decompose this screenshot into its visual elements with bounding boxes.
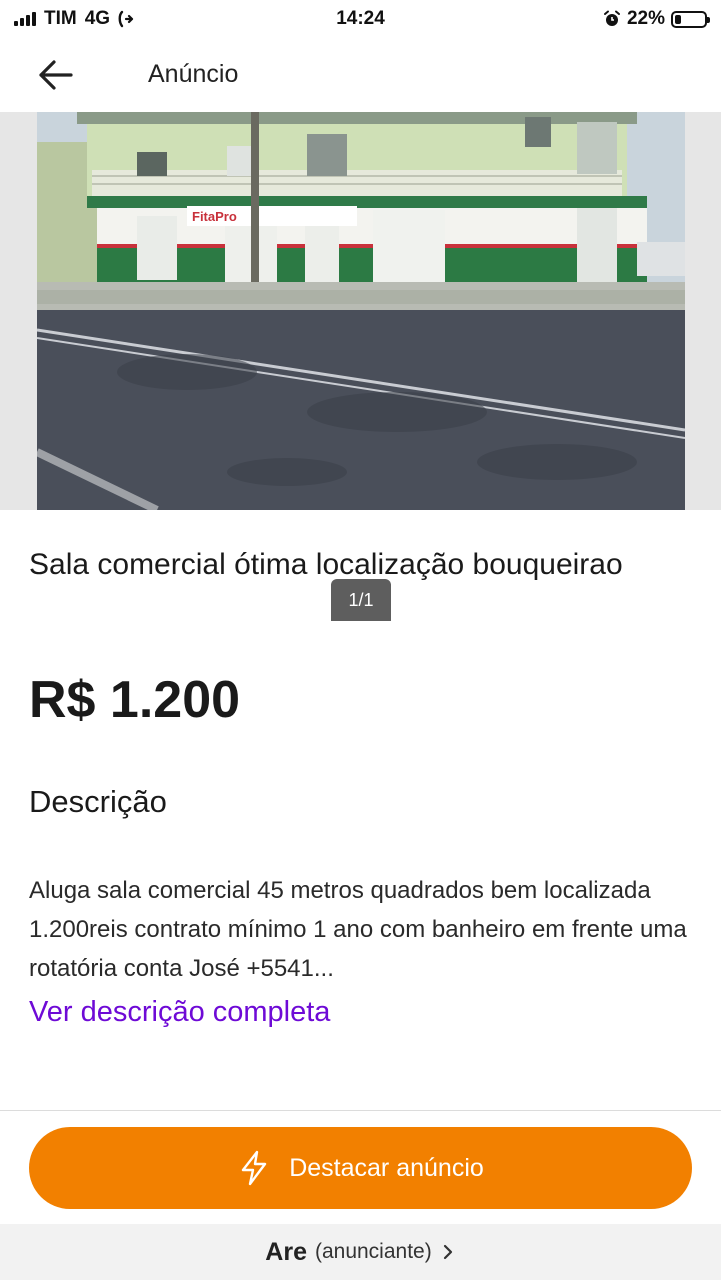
battery-percent: 22%: [626, 8, 665, 29]
battery-icon: [671, 10, 710, 28]
photo-sign-text: FitaPro: [192, 209, 237, 224]
image-gallery[interactable]: FitaPro 1/1: [0, 112, 721, 621]
divider: [0, 1110, 721, 1111]
listing-photo[interactable]: FitaPro: [37, 112, 685, 510]
lightning-icon: [242, 1150, 267, 1186]
advertiser-bar[interactable]: Are (anunciante): [0, 1224, 721, 1280]
description-heading: Descrição: [29, 784, 167, 819]
building-photo: FitaPro: [37, 112, 685, 510]
alarm-icon: [603, 10, 620, 26]
page-title: Anúncio: [148, 60, 239, 88]
listing-title: Sala comercial ótima localização bouquei…: [29, 548, 623, 581]
advertiser-name: Are: [265, 1237, 307, 1266]
listing-price: R$ 1.200: [29, 671, 241, 729]
highlight-ad-button[interactable]: Destacar anúncio: [29, 1127, 692, 1209]
chevron-right-icon: [443, 1244, 452, 1260]
status-bar: TIM 4G 14:24 22%: [0, 0, 721, 38]
back-button[interactable]: [36, 58, 76, 92]
arrow-left-icon: [39, 60, 73, 90]
see-full-description-link[interactable]: Ver descrição completa: [29, 996, 330, 1029]
battery-fill: [675, 14, 682, 24]
description-text: Aluga sala comercial 45 metros quadrados…: [29, 877, 687, 982]
status-right: 22%: [603, 8, 710, 30]
app-header: Anúncio: [0, 38, 721, 112]
highlight-ad-label: Destacar anúncio: [289, 1153, 484, 1182]
advertiser-role: (anunciante): [314, 1240, 432, 1263]
